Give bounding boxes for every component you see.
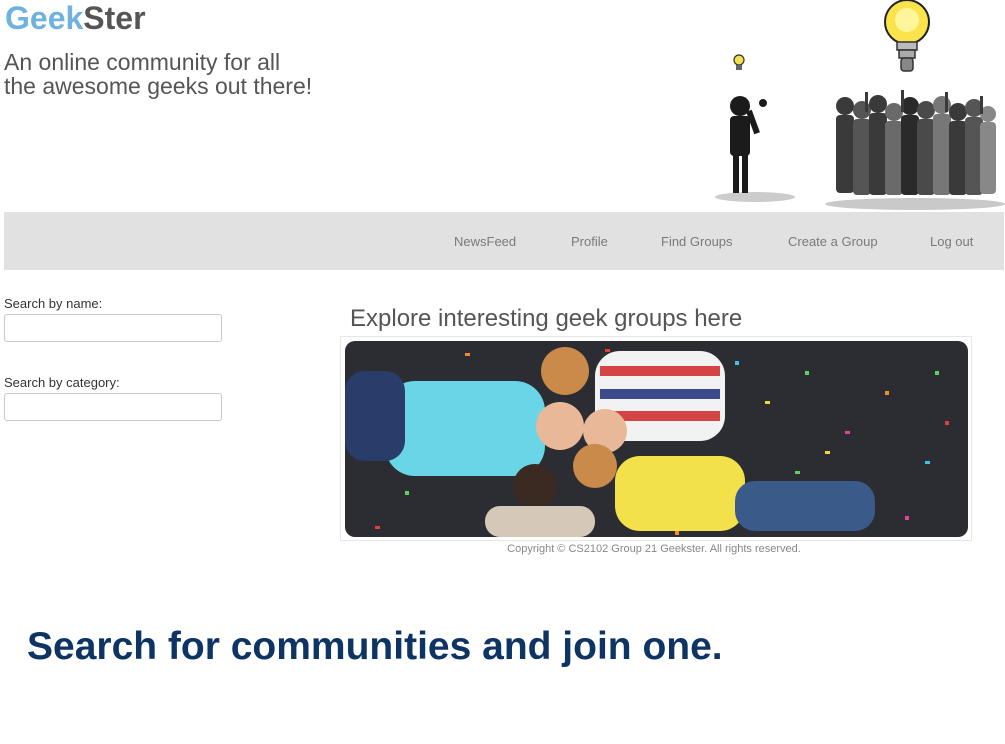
explore-title: Explore interesting geek groups here <box>350 305 743 332</box>
site-tagline: An online community for all the awesome … <box>4 49 313 99</box>
nav-item-create-group[interactable]: Create a Group <box>788 234 878 249</box>
crowd-figures <box>825 90 1005 210</box>
site-logo[interactable]: GeekSter <box>5 0 146 37</box>
nav-item-logout[interactable]: Log out <box>930 234 973 249</box>
large-lightbulb-icon <box>884 0 930 72</box>
search-category-label: Search by category: <box>4 375 120 390</box>
single-figure <box>715 96 795 202</box>
nav-item-find-groups[interactable]: Find Groups <box>661 234 733 249</box>
nav-item-profile[interactable]: Profile <box>571 234 608 249</box>
slide-caption: Search for communities and join one. <box>27 625 723 668</box>
search-name-label: Search by name: <box>4 296 103 311</box>
nav-item-newsfeed[interactable]: NewsFeed <box>454 234 516 249</box>
search-category-input[interactable] <box>4 393 222 421</box>
copyright-text: Copyright © CS2102 Group 21 Geekster. Al… <box>507 543 801 555</box>
header-illustration <box>715 0 1005 210</box>
logo-text-ster: Ster <box>83 0 146 36</box>
logo-text-geek: Geek <box>5 0 84 36</box>
small-lightbulb-icon <box>733 54 745 70</box>
featured-photo <box>345 341 968 537</box>
featured-photo-frame <box>340 336 972 541</box>
main-navbar: NewsFeed Profile Find Groups Create a Gr… <box>4 212 1004 270</box>
search-name-input[interactable] <box>4 314 222 342</box>
